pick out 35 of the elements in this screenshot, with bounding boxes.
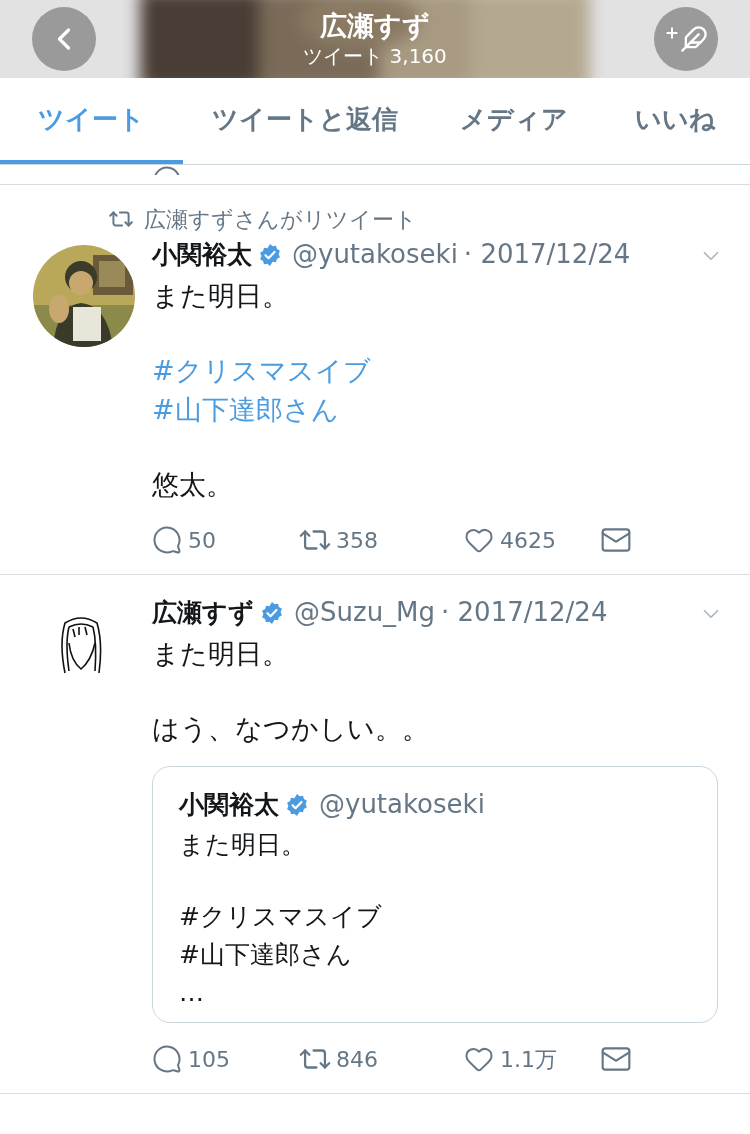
tweet-text: また明日。 [152,279,289,313]
user-handle: @yutakoseki [292,238,458,271]
tweet-text: #山下達郎さん [179,939,352,971]
tweet-text: はう、なつかしい。。 [152,712,429,746]
compose-icon [664,25,708,53]
tweet-text: … [179,977,204,1009]
like-count: 4625 [500,526,556,555]
retweet-notice: 広瀬すずさんがリツイート [144,205,417,234]
tweet-text: 悠太。 [152,468,233,502]
profile-tab[interactable]: いいね [601,78,750,164]
tweet-date: · 2017/12/24 [441,596,608,629]
reply-icon[interactable] [152,525,182,555]
display-name: 小関裕太 [152,238,252,271]
hashtag-link[interactable]: #山下達郎さん [152,390,339,429]
tweet-text: また明日。 [179,829,306,861]
quoted-tweet-card[interactable]: 小関裕太 @yutakoseki また明日。 #クリスマスイブ #山下達郎さん … [152,766,718,1023]
user-handle: @Suzu_Mg [294,596,436,629]
display-name: 小関裕太 [179,788,279,821]
user-handle: @yutakoseki [319,788,485,821]
tweet-count: ツイート 3,160 [303,43,447,69]
retweet-count: 846 [336,1045,378,1074]
display-name: 広瀬すず [152,596,254,629]
reply-count: 105 [188,1045,230,1074]
hashtag-link[interactable]: #クリスマスイブ [152,351,371,390]
tweet-date: · 2017/12/24 [463,238,631,271]
like-count: 1.1万 [500,1045,557,1074]
profile-tab[interactable]: ツイートと返信 [183,78,427,164]
reply-icon[interactable] [152,1044,182,1074]
profile-tab[interactable]: メディア [427,78,601,164]
tweet-text: また明日。 [152,637,289,671]
profile-name: 広瀬すず [320,9,430,43]
profile-tab[interactable]: ツイート [0,78,183,164]
reply-count: 50 [188,526,216,555]
tweet-text: #クリスマスイブ [179,901,382,933]
retweet-count: 358 [336,526,378,555]
